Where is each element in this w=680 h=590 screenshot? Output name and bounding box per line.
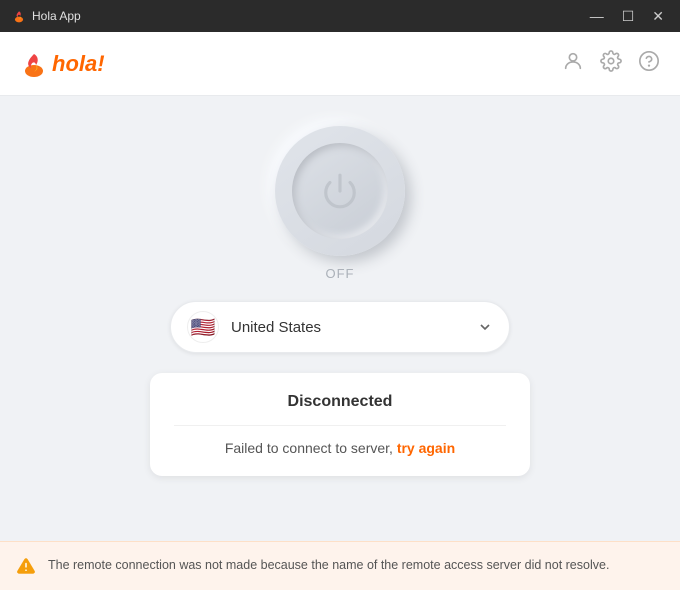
power-label: OFF bbox=[326, 266, 355, 281]
power-button[interactable] bbox=[275, 126, 405, 256]
country-name: United States bbox=[231, 319, 477, 336]
power-icon bbox=[321, 172, 359, 210]
main-content: OFF 🇺🇸 United States Disconnected Failed… bbox=[0, 96, 680, 541]
settings-icon[interactable] bbox=[600, 50, 622, 78]
flame-icon bbox=[20, 50, 48, 78]
logo-text: hola! bbox=[52, 51, 105, 77]
warning-icon bbox=[16, 556, 36, 576]
power-section: OFF bbox=[275, 126, 405, 281]
maximize-button[interactable]: ☐ bbox=[618, 7, 639, 25]
flag-icon: 🇺🇸 bbox=[187, 311, 219, 343]
logo: hola! bbox=[20, 50, 105, 78]
window-controls: — ☐ ✕ bbox=[586, 7, 668, 25]
app-icon bbox=[12, 9, 26, 23]
try-again-link[interactable]: try again bbox=[397, 440, 455, 456]
country-selector[interactable]: 🇺🇸 United States bbox=[170, 301, 510, 353]
minimize-button[interactable]: — bbox=[586, 7, 608, 25]
status-card: Disconnected Failed to connect to server… bbox=[150, 373, 530, 476]
power-button-inner bbox=[292, 143, 388, 239]
close-button[interactable]: ✕ bbox=[648, 7, 668, 25]
user-icon[interactable] bbox=[562, 50, 584, 78]
title-bar-title: Hola App bbox=[12, 9, 81, 23]
warning-banner: The remote connection was not made becau… bbox=[0, 541, 680, 590]
chevron-down-icon bbox=[477, 319, 493, 335]
status-title: Disconnected bbox=[288, 393, 393, 411]
status-divider bbox=[174, 425, 506, 426]
header-icons bbox=[562, 50, 660, 78]
warning-text: The remote connection was not made becau… bbox=[48, 556, 609, 575]
status-message: Failed to connect to server, try again bbox=[225, 440, 455, 456]
help-icon[interactable] bbox=[638, 50, 660, 78]
title-bar: Hola App — ☐ ✕ bbox=[0, 0, 680, 32]
app-header: hola! bbox=[0, 32, 680, 96]
